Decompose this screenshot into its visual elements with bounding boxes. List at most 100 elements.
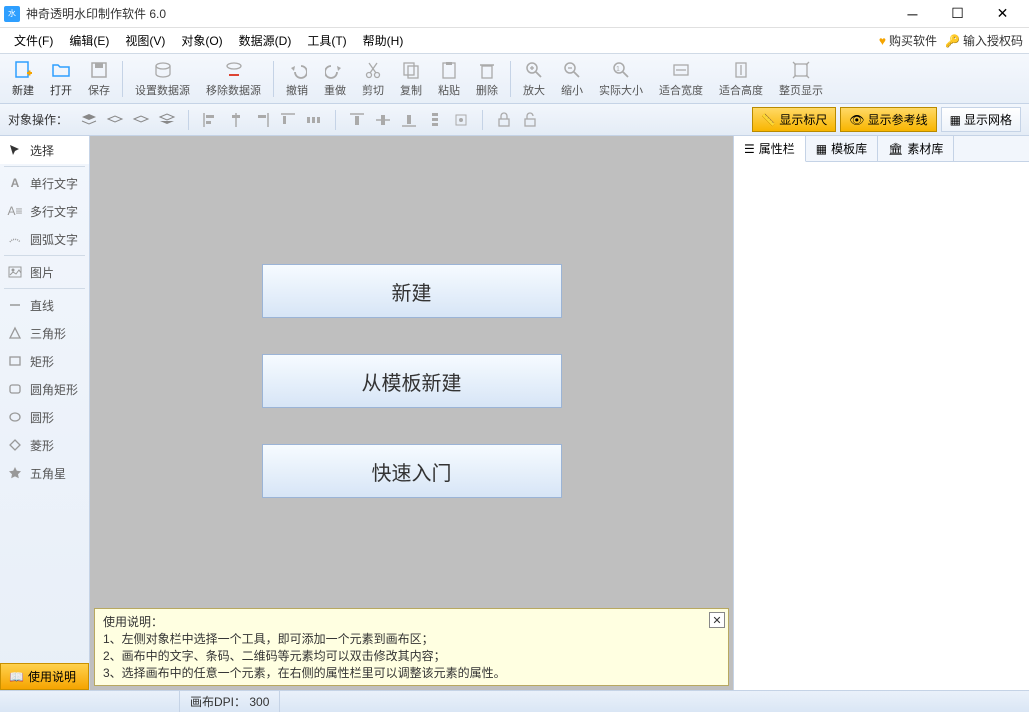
text-icon: A — [6, 174, 24, 192]
roundrect-icon — [6, 380, 24, 398]
start-new[interactable]: 新建 — [262, 264, 562, 318]
layer-bottom-icon[interactable] — [156, 109, 178, 131]
help-line2: 2、画布中的文字、条码、二维码等元素均可以双击修改其内容； — [103, 647, 720, 664]
dist-h-icon[interactable] — [303, 109, 325, 131]
tab-templates[interactable]: ▦模板库 — [806, 136, 878, 161]
tool-roundrect[interactable]: 圆角矩形 — [0, 375, 89, 403]
tb-redo[interactable]: 重做 — [316, 57, 354, 100]
tool-select[interactable]: 选择 — [0, 136, 89, 164]
help-line3: 3、选择画布中的任意一个元素，在右侧的属性栏里可以调整该元素的属性。 — [103, 664, 720, 681]
grid-icon: ▦ — [950, 113, 961, 127]
menu-tools[interactable]: 工具(T) — [299, 30, 354, 51]
delete-icon — [476, 59, 498, 81]
tool-image[interactable]: 图片 — [0, 258, 89, 286]
help-tab[interactable]: 📖使用说明 — [0, 663, 89, 690]
align-center-icon[interactable] — [225, 109, 247, 131]
key-icon: 🔑 — [945, 34, 960, 48]
toggle-grid[interactable]: ▦显示网格 — [941, 107, 1021, 132]
align-m-icon[interactable] — [372, 109, 394, 131]
tool-single-text[interactable]: A单行文字 — [0, 169, 89, 197]
circle-icon — [6, 408, 24, 426]
save-icon — [88, 59, 110, 81]
help-close-button[interactable]: ✕ — [709, 612, 725, 628]
tb-set-datasource[interactable]: 设置数据源 — [127, 57, 198, 100]
toggle-guide[interactable]: 👁显示参考线 — [840, 107, 936, 132]
tb-zoom-out[interactable]: 缩小 — [553, 57, 591, 100]
line-icon — [6, 296, 24, 314]
menu-edit[interactable]: 编辑(E) — [61, 30, 117, 51]
object-ops-bar: 对象操作： 📏显示标尺 👁显示参考线 ▦显示网格 — [0, 104, 1029, 136]
tb-remove-datasource[interactable]: 移除数据源 — [198, 57, 269, 100]
ops-label: 对象操作： — [8, 111, 68, 128]
toggle-ruler[interactable]: 📏显示标尺 — [752, 107, 836, 132]
maximize-button[interactable]: ☐ — [935, 0, 980, 28]
tool-star[interactable]: 五角星 — [0, 459, 89, 487]
align-right-icon[interactable] — [251, 109, 273, 131]
menu-datasource[interactable]: 数据源(D) — [231, 30, 300, 51]
start-template[interactable]: 从模板新建 — [262, 354, 562, 408]
align-b-icon[interactable] — [398, 109, 420, 131]
close-button[interactable]: ✕ — [980, 0, 1025, 28]
tool-rect[interactable]: 矩形 — [0, 347, 89, 375]
menu-view[interactable]: 视图(V) — [117, 30, 173, 51]
help-box: 使用说明： 1、左侧对象栏中选择一个工具，即可添加一个元素到画布区； 2、画布中… — [94, 608, 729, 686]
menu-bar: 文件(F) 编辑(E) 视图(V) 对象(O) 数据源(D) 工具(T) 帮助(… — [0, 28, 1029, 54]
undo-icon — [286, 59, 308, 81]
tb-zoom-in[interactable]: 放大 — [515, 57, 553, 100]
pointer-icon — [6, 141, 24, 159]
tb-actual-size[interactable]: 1实际大小 — [591, 57, 651, 100]
center-icon[interactable] — [450, 109, 472, 131]
buy-link[interactable]: ♥购买软件 — [879, 32, 937, 49]
assets-icon: 🏛 — [888, 142, 903, 156]
menu-file[interactable]: 文件(F) — [6, 30, 61, 51]
minimize-button[interactable]: ─ — [890, 0, 935, 28]
redo-icon — [324, 59, 346, 81]
window-controls: ─ ☐ ✕ — [890, 0, 1025, 28]
tb-save[interactable]: 保存 — [80, 57, 118, 100]
main-toolbar: 新建 打开 保存 设置数据源 移除数据源 撤销 重做 剪切 复制 粘贴 删除 放… — [0, 54, 1029, 104]
tb-copy[interactable]: 复制 — [392, 57, 430, 100]
rect-icon — [6, 352, 24, 370]
menu-help[interactable]: 帮助(H) — [355, 30, 412, 51]
tb-delete[interactable]: 删除 — [468, 57, 506, 100]
tool-arc-text[interactable]: 圆弧文字 — [0, 225, 89, 253]
unlock-icon[interactable] — [519, 109, 541, 131]
canvas-area: 新建 从模板新建 快速入门 使用说明： 1、左侧对象栏中选择一个工具，即可添加一… — [90, 136, 733, 690]
tb-open[interactable]: 打开 — [42, 57, 80, 100]
layer-down-icon[interactable] — [130, 109, 152, 131]
align-t-icon[interactable] — [346, 109, 368, 131]
multitext-icon: A≡ — [6, 202, 24, 220]
list-icon: ☰ — [744, 142, 755, 156]
license-link[interactable]: 🔑输入授权码 — [945, 32, 1023, 49]
db-remove-icon — [223, 59, 245, 81]
tool-line[interactable]: 直线 — [0, 291, 89, 319]
template-icon: ▦ — [816, 142, 827, 156]
tool-circle[interactable]: 圆形 — [0, 403, 89, 431]
align-left-icon[interactable] — [199, 109, 221, 131]
tb-undo[interactable]: 撤销 — [278, 57, 316, 100]
book-icon: 📖 — [9, 670, 24, 684]
menu-object[interactable]: 对象(O) — [173, 30, 230, 51]
open-icon — [50, 59, 72, 81]
tool-triangle[interactable]: 三角形 — [0, 319, 89, 347]
start-quickstart[interactable]: 快速入门 — [262, 444, 562, 498]
tb-fit-page[interactable]: 整页显示 — [771, 57, 831, 100]
db-icon — [152, 59, 174, 81]
tab-properties[interactable]: ☰属性栏 — [734, 136, 806, 162]
tool-diamond[interactable]: 菱形 — [0, 431, 89, 459]
dist-v-icon[interactable] — [424, 109, 446, 131]
tb-fit-width[interactable]: 适合宽度 — [651, 57, 711, 100]
layer-up-icon[interactable] — [104, 109, 126, 131]
lock-icon[interactable] — [493, 109, 515, 131]
tb-fit-height[interactable]: 适合高度 — [711, 57, 771, 100]
layer-icon[interactable] — [78, 109, 100, 131]
tb-new[interactable]: 新建 — [4, 57, 42, 100]
app-title: 神奇透明水印制作软件 6.0 — [26, 5, 890, 22]
tb-paste[interactable]: 粘贴 — [430, 57, 468, 100]
tab-assets[interactable]: 🏛素材库 — [878, 136, 954, 161]
tool-multi-text[interactable]: A≡多行文字 — [0, 197, 89, 225]
tb-cut[interactable]: 剪切 — [354, 57, 392, 100]
align-top-icon[interactable] — [277, 109, 299, 131]
help-line1: 1、左侧对象栏中选择一个工具，即可添加一个元素到画布区； — [103, 630, 720, 647]
tool-sidebar: 选择 A单行文字 A≡多行文字 圆弧文字 图片 直线 三角形 矩形 圆角矩形 圆… — [0, 136, 90, 690]
